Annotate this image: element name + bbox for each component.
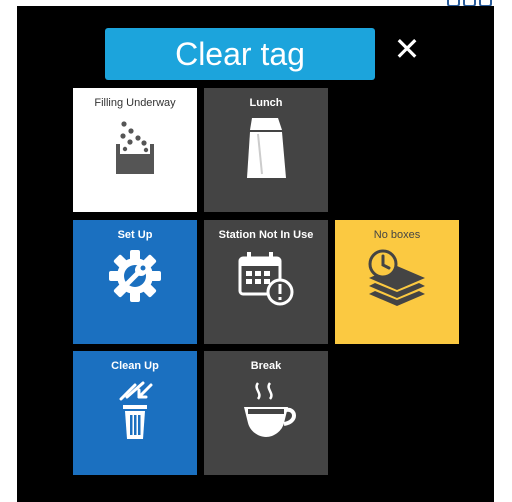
tile-no-boxes[interactable]: No boxes (335, 220, 459, 344)
tile-station-not-in-use[interactable]: Station Not In Use (204, 220, 328, 344)
tile-label: Set Up (117, 229, 153, 241)
tile-clean-up[interactable]: Clean Up (73, 351, 197, 475)
tile-break[interactable]: Break (204, 351, 328, 475)
tile-label: Clean Up (111, 360, 159, 372)
tile-lunch[interactable]: Lunch (204, 88, 328, 212)
lunch-bag-icon (204, 116, 328, 180)
calendar-alert-icon (204, 248, 328, 308)
tile-label: Station Not In Use (218, 229, 314, 241)
tag-panel: Clear tag ✕ Filling Underway Lunch Set U… (17, 6, 494, 502)
clear-tag-label: Clear tag (175, 35, 305, 72)
clear-tag-button[interactable]: Clear tag (105, 28, 375, 80)
close-icon[interactable]: ✕ (391, 31, 423, 67)
wrench-gear-icon (73, 248, 197, 304)
filling-bin-icon (73, 116, 197, 176)
tile-label: Break (250, 360, 282, 372)
tile-label: No boxes (373, 229, 421, 241)
trash-icon (73, 379, 197, 441)
tile-label: Lunch (249, 97, 283, 109)
tile-set-up[interactable]: Set Up (73, 220, 197, 344)
coffee-cup-icon (204, 379, 328, 441)
clock-stack-icon (335, 248, 459, 308)
tile-label: Filling Underway (94, 97, 176, 109)
tile-filling-underway[interactable]: Filling Underway (73, 88, 197, 212)
